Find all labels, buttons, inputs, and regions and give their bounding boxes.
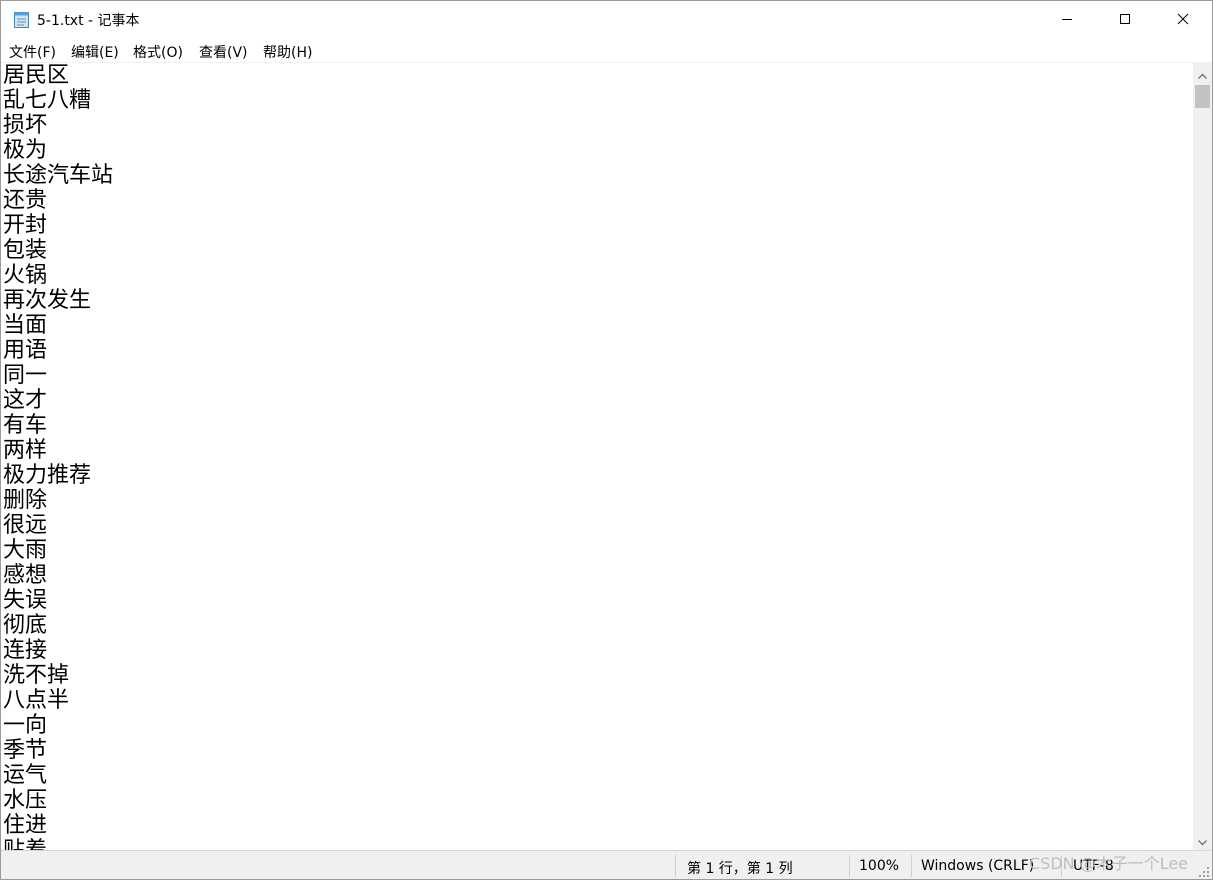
close-button[interactable] [1154,1,1212,38]
editor-line: 彻底 [3,613,48,638]
menu-help[interactable]: 帮助(H) [263,42,312,62]
editor-line: 开封 [3,213,48,238]
status-separator [675,855,676,877]
editor-line: 火锅 [3,263,48,288]
close-icon [1177,10,1189,29]
editor-line: 有车 [3,413,48,438]
editor-line: 乱七八糟 [3,88,92,113]
editor-line: 失误 [3,588,48,613]
vertical-scrollbar[interactable] [1193,63,1212,850]
editor-line: 住进 [3,813,48,838]
cursor-position: 第 1 行，第 1 列 [687,861,793,877]
editor-line: 洗不掉 [3,663,70,688]
editor-line: 感想 [3,563,48,588]
editor-line: 连接 [3,638,48,663]
editor-line: 删除 [3,488,48,513]
editor-line: 还贵 [3,188,48,213]
editor-line: 季节 [3,738,48,763]
status-separator [911,855,912,877]
scroll-up-button[interactable] [1193,63,1212,83]
minimize-icon [1061,10,1073,29]
resize-grip-icon[interactable] [1196,863,1210,877]
scroll-thumb[interactable] [1195,85,1210,108]
text-editor[interactable]: 居民区 乱七八糟 损坏 极为 长途汽车站 还贵 开封 包装 火锅 再次发生 当面 用语 同一 这才 有车 两样… [1,63,1193,850]
zoom-level: 100% [859,858,900,874]
chevron-down-icon [1198,831,1207,850]
minimize-button[interactable] [1038,1,1096,38]
maximize-button[interactable] [1096,1,1154,38]
editor-line: 长途汽车站 [3,163,114,188]
notepad-icon [13,10,30,29]
editor-line: 贴着 [1,838,1193,850]
editor-line: 两样 [3,438,48,463]
editor-line: 水压 [3,788,48,813]
editor-line: 损坏 [3,113,48,138]
editor-line: 居民区 [3,63,70,88]
editor-line: 再次发生 [3,288,92,313]
menu-format[interactable]: 格式(O) [133,42,183,62]
menu-file[interactable]: 文件(F) [9,42,56,62]
chevron-up-icon [1198,64,1207,83]
editor-line: 运气 [3,763,48,788]
menu-bar: 文件(F) 编辑(E) 格式(O) 查看(V) 帮助(H) [1,38,1212,63]
editor-line: 同一 [3,363,48,388]
notepad-window: 5-1.txt - 记事本 文件(F) 编辑(E) 格式(O) 查看(V) 帮助… [0,0,1213,880]
editor-line: 这才 [3,388,48,413]
editor-line: 用语 [3,338,48,363]
editor-line: 极力推荐 [3,463,92,488]
editor-line: 一向 [3,713,48,738]
line-ending: Windows (CRLF) [921,858,1035,874]
watermark: CSDN @木子一个Lee [1029,854,1189,873]
maximize-icon [1119,10,1131,29]
editor-line: 极为 [3,138,48,163]
title-bar[interactable]: 5-1.txt - 记事本 [1,1,1212,38]
menu-view[interactable]: 查看(V) [199,42,248,62]
window-title: 5-1.txt - 记事本 [37,13,140,29]
status-separator [849,855,850,877]
editor-line: 包装 [3,238,48,263]
editor-line: 当面 [3,313,48,338]
menu-edit[interactable]: 编辑(E) [71,42,119,62]
editor-line: 大雨 [3,538,48,563]
editor-line: 八点半 [3,688,70,713]
editor-line: 很远 [3,513,48,538]
scroll-down-button[interactable] [1193,830,1212,850]
